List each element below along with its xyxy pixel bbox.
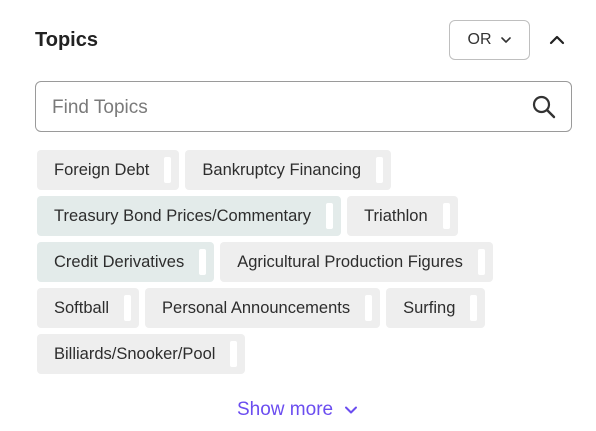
topic-chip-label: Triathlon xyxy=(364,206,428,225)
search-icon[interactable] xyxy=(531,94,557,120)
topic-chip-list: Foreign Debt Bankruptcy Financing Treasu… xyxy=(37,150,577,374)
chip-drag-handle[interactable] xyxy=(470,295,478,321)
topic-chip[interactable]: Triathlon xyxy=(347,196,458,236)
chip-drag-handle[interactable] xyxy=(376,157,384,183)
chip-drag-handle[interactable] xyxy=(124,295,132,321)
topic-chip[interactable]: Credit Derivatives xyxy=(37,242,215,282)
show-more-label: Show more xyxy=(237,399,334,420)
show-more-button[interactable]: Show more xyxy=(237,397,359,423)
topic-chip[interactable]: Softball xyxy=(37,288,140,328)
topic-chip[interactable]: Bankruptcy Financing xyxy=(185,150,392,190)
search-box xyxy=(35,81,572,133)
topic-chip[interactable]: Surfing xyxy=(386,288,486,328)
collapse-button[interactable] xyxy=(545,28,569,52)
topic-chip-label: Credit Derivatives xyxy=(54,252,185,271)
chip-drag-handle[interactable] xyxy=(365,295,373,321)
chevron-up-icon xyxy=(549,35,565,45)
chevron-down-icon xyxy=(345,406,358,414)
chip-drag-handle[interactable] xyxy=(326,203,334,229)
topic-chip-label: Bankruptcy Financing xyxy=(202,160,362,179)
chip-drag-handle[interactable] xyxy=(199,249,207,275)
topic-chip-label: Foreign Debt xyxy=(54,160,150,179)
section-title: Topics xyxy=(35,29,98,51)
chip-drag-handle[interactable] xyxy=(164,157,172,183)
chip-drag-handle[interactable] xyxy=(477,249,485,275)
operator-label: OR xyxy=(467,31,492,48)
operator-select[interactable]: OR xyxy=(449,20,530,60)
topics-header: Topics OR xyxy=(35,20,570,62)
topic-chip[interactable]: Foreign Debt xyxy=(37,150,180,190)
topic-chip-label: Billiards/Snooker/Pool xyxy=(54,344,216,363)
topic-chip-label: Surfing xyxy=(403,298,456,317)
topic-chip-label: Personal Announcements xyxy=(162,298,351,317)
topic-chip-label: Treasury Bond Prices/Commentary xyxy=(54,206,312,225)
chevron-down-icon xyxy=(500,37,511,43)
chip-drag-handle[interactable] xyxy=(442,203,450,229)
topic-chip[interactable]: Agricultural Production Figures xyxy=(220,242,493,282)
topic-chip[interactable]: Treasury Bond Prices/Commentary xyxy=(37,196,342,236)
chip-drag-handle[interactable] xyxy=(230,341,238,367)
topic-chip[interactable]: Personal Announcements xyxy=(145,288,381,328)
topic-chip-label: Agricultural Production Figures xyxy=(237,252,463,271)
topic-chip[interactable]: Billiards/Snooker/Pool xyxy=(37,334,246,374)
search-input[interactable] xyxy=(50,82,524,133)
topic-chip-label: Softball xyxy=(54,298,110,317)
